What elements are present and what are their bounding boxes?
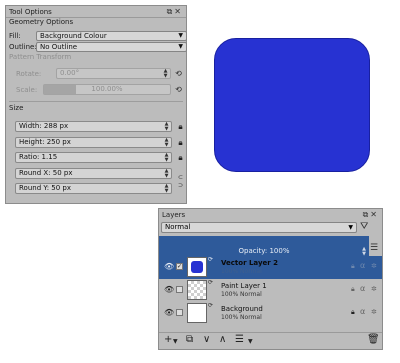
rotate-spinbox[interactable]: 0.00° ▲ ▼ bbox=[56, 68, 171, 79]
tool-options-title: Tool Options bbox=[9, 8, 52, 16]
layers-title: Layers bbox=[162, 211, 186, 219]
geometry-options-heading: Geometry Options bbox=[9, 18, 74, 26]
layer-properties-icon[interactable]: ☰ bbox=[235, 334, 244, 345]
outline-value: No Outline bbox=[40, 43, 78, 51]
layer-checkbox[interactable] bbox=[176, 309, 183, 316]
layer-name: Vector Layer 2 bbox=[221, 259, 279, 267]
height-spinbox[interactable]: Height: 250 px ▲ ▼ bbox=[15, 137, 172, 148]
rotate-label: Rotate: bbox=[16, 70, 42, 78]
layer-checkbox[interactable] bbox=[176, 286, 183, 293]
eye-icon[interactable]: 👁︎ bbox=[164, 308, 174, 317]
alpha-lock-icon[interactable]: α bbox=[360, 307, 365, 316]
trash-icon[interactable]: 🗑︎ bbox=[367, 334, 380, 345]
layer-properties: 100% Normal bbox=[221, 291, 262, 298]
vector-shape-thumbnail bbox=[191, 261, 203, 273]
layer-name: Background bbox=[221, 305, 263, 313]
move-up-icon[interactable]: ∧ bbox=[219, 334, 226, 345]
lock-icon[interactable]: 🔒︎ bbox=[351, 285, 355, 294]
scale-value: 100.00% bbox=[91, 85, 123, 93]
blend-mode-value: Normal bbox=[165, 223, 191, 231]
layer-properties: 100% Normal bbox=[221, 314, 262, 321]
inherit-alpha-icon[interactable]: ✲ bbox=[371, 308, 377, 316]
fill-value: Background Colour bbox=[40, 32, 107, 40]
eye-icon[interactable]: 👁︎ bbox=[164, 262, 174, 271]
rotate-value: 0.00° bbox=[60, 69, 80, 77]
outline-label: Outline: bbox=[9, 43, 37, 51]
inherit-alpha-icon[interactable]: ✲ bbox=[371, 262, 377, 270]
eye-icon[interactable]: 👁︎ bbox=[164, 285, 174, 294]
chevron-down-icon: ▼ bbox=[348, 224, 353, 231]
layer-properties: 100% Normal bbox=[221, 268, 262, 275]
opacity-value: Opacity: 100% bbox=[238, 247, 290, 255]
layer-checkbox[interactable]: ✓ bbox=[176, 263, 183, 270]
fill-dropdown[interactable]: Background Colour ▼ bbox=[36, 31, 187, 41]
pattern-transform-heading: Pattern Transform bbox=[9, 53, 72, 61]
layer-row[interactable]: 👁︎ ⟳ Paint Layer 1 100% Normal 🔒︎ α ✲ bbox=[159, 279, 382, 302]
chain-link-icon[interactable]: ⊂ ⊃ bbox=[176, 174, 185, 190]
section-divider bbox=[9, 101, 183, 102]
round-y-value: Round Y: 50 px bbox=[19, 184, 72, 192]
chevron-down-icon: ▼ bbox=[178, 32, 183, 39]
size-heading: Size bbox=[9, 104, 24, 112]
width-value: Width: 288 px bbox=[19, 122, 69, 130]
outline-dropdown[interactable]: No Outline ▼ bbox=[36, 42, 187, 52]
add-layer-icon[interactable]: + bbox=[164, 334, 172, 345]
chevron-down-icon[interactable]: ▼ bbox=[173, 338, 178, 345]
chevron-down-icon: ▼ bbox=[178, 43, 183, 50]
canvas-rounded-rectangle[interactable] bbox=[214, 38, 370, 172]
stepper-arrows-icon: ▲ ▼ bbox=[164, 183, 169, 194]
lock-icon[interactable]: 🔒︎ bbox=[176, 122, 185, 131]
paint-layer-icon: ⟳ bbox=[208, 279, 214, 286]
layer-thumbnail bbox=[187, 303, 207, 323]
height-value: Height: 250 px bbox=[19, 138, 71, 146]
stepper-arrows-icon: ▲ ▼ bbox=[163, 68, 168, 79]
lock-icon[interactable]: 🔒︎ bbox=[351, 308, 355, 317]
scale-slider-fill bbox=[44, 85, 76, 94]
stepper-arrows-icon: ▲ ▼ bbox=[164, 152, 169, 163]
layer-row[interactable]: 👁︎ ⟳ Background 100% Normal 🔒︎ α ✲ bbox=[159, 302, 382, 325]
paint-layer-icon: ⟳ bbox=[208, 302, 214, 309]
scale-label: Scale: bbox=[16, 86, 38, 94]
duplicate-layer-icon[interactable]: ⧉ bbox=[186, 334, 193, 345]
docker-float-close-icons[interactable]: ⧉✕ bbox=[167, 7, 183, 17]
alpha-lock-icon[interactable]: α bbox=[360, 284, 365, 293]
fill-label: Fill: bbox=[9, 32, 21, 40]
tool-options-docker: Tool Options ⧉✕ Geometry Options Fill: B… bbox=[5, 5, 187, 204]
hamburger-menu-icon[interactable]: ☰ bbox=[370, 243, 378, 253]
round-x-value: Round X: 50 px bbox=[19, 169, 73, 177]
reset-icon: ⟲ bbox=[175, 69, 182, 78]
blend-mode-dropdown[interactable]: Normal ▼ bbox=[161, 222, 357, 233]
stepper-arrows-icon: ▲ ▼ bbox=[164, 121, 169, 132]
scale-slider[interactable]: 100.00% bbox=[43, 84, 171, 95]
ratio-value: Ratio: 1.15 bbox=[19, 153, 58, 161]
vector-layer-icon: ⟳ bbox=[208, 256, 214, 263]
alpha-lock-icon[interactable]: α bbox=[360, 261, 365, 270]
docker-float-close-icons[interactable]: ⧉✕ bbox=[363, 210, 379, 220]
filter-icon[interactable]: ⛛ bbox=[360, 221, 368, 232]
lock-icon[interactable]: 🔒︎ bbox=[176, 153, 185, 162]
layer-thumbnail bbox=[187, 257, 207, 277]
ratio-spinbox[interactable]: Ratio: 1.15 ▲ ▼ bbox=[15, 152, 172, 163]
layer-row[interactable]: 👁︎ ✓ ⟳ Vector Layer 2 100% Normal 🔒︎ α ✲ bbox=[159, 256, 382, 279]
lock-icon[interactable]: 🔒︎ bbox=[176, 138, 185, 147]
lock-icon[interactable]: 🔒︎ bbox=[351, 262, 355, 271]
round-y-spinbox[interactable]: Round Y: 50 px ▲ ▼ bbox=[15, 183, 172, 194]
layer-thumbnail bbox=[187, 280, 207, 300]
stepper-arrows-icon: ▲ ▼ bbox=[164, 168, 169, 179]
layers-docker: Layers ⧉✕ Normal ▼ ⛛ Opacity: 100% ▲ ▼ ☰ … bbox=[158, 208, 383, 350]
chevron-down-icon[interactable]: ▼ bbox=[248, 338, 253, 345]
width-spinbox[interactable]: Width: 288 px ▲ ▼ bbox=[15, 121, 172, 132]
move-down-icon[interactable]: ∨ bbox=[203, 334, 210, 345]
layer-name: Paint Layer 1 bbox=[221, 282, 267, 290]
round-x-spinbox[interactable]: Round X: 50 px ▲ ▼ bbox=[15, 168, 172, 179]
stepper-arrows-icon: ▲ ▼ bbox=[164, 137, 169, 148]
inherit-alpha-icon[interactable]: ✲ bbox=[371, 285, 377, 293]
reset-icon: ⟲ bbox=[175, 85, 182, 94]
layers-toolbar: + ▼ ⧉ ∨ ∧ ☰ ▼ 🗑︎ bbox=[159, 332, 382, 349]
